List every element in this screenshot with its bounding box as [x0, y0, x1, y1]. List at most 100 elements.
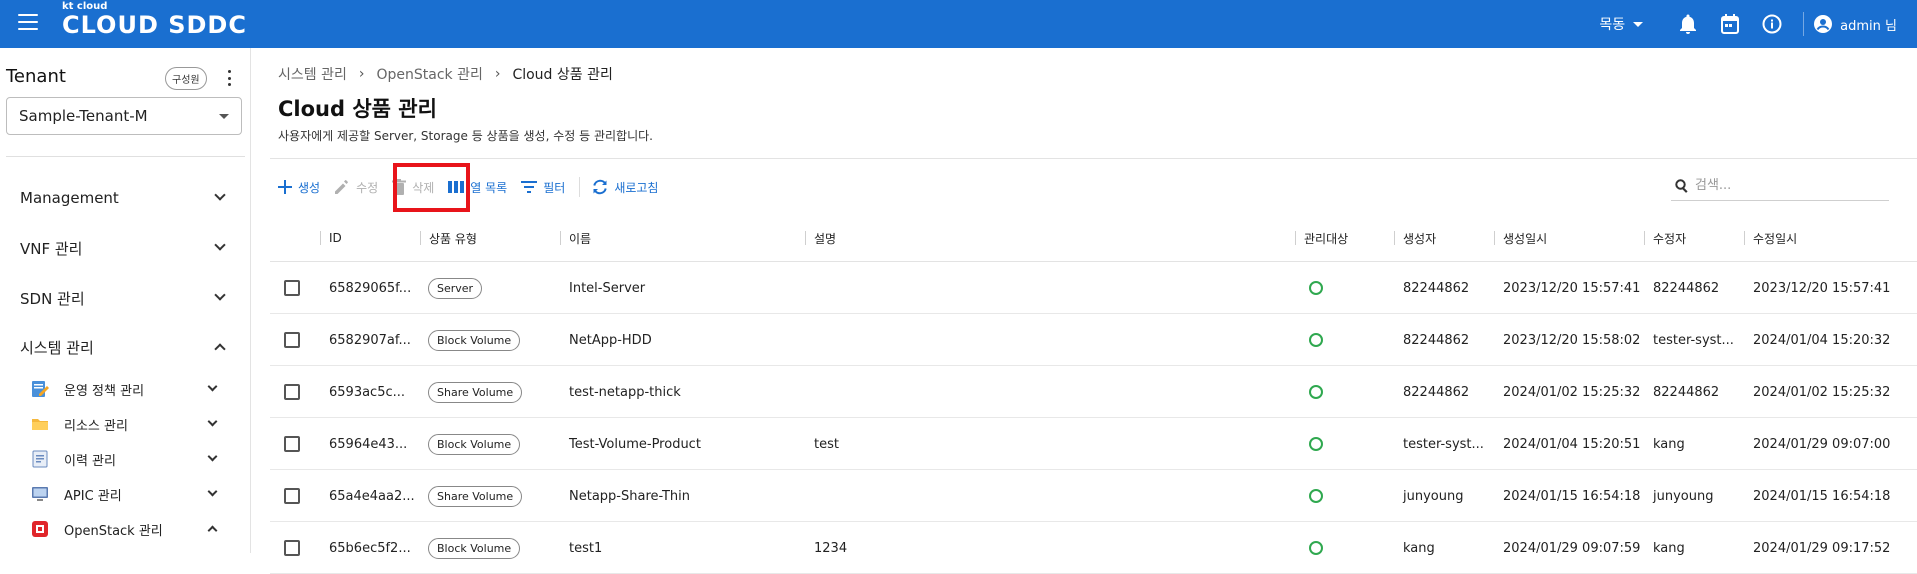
chevron-up-icon	[214, 343, 226, 355]
filter-button[interactable]: 필터	[521, 179, 565, 196]
cell-modified-at: 2023/12/20 15:57:41	[1753, 280, 1891, 296]
type-chip: Block Volume	[428, 433, 521, 455]
table-row[interactable]: 6593ac5c... Share Volume test-netapp-thi…	[270, 366, 1917, 418]
cell-creator: 82244862	[1403, 384, 1470, 400]
chevron-down-icon	[214, 289, 226, 301]
app-logo[interactable]: kt cloud CLOUD SDDC	[62, 2, 247, 38]
user-name: admin 님	[1840, 18, 1897, 34]
cell-creator: 82244862	[1403, 280, 1470, 296]
sidebar-subitem-policy[interactable]: 운영 정책 관리	[0, 373, 250, 405]
column-header-modified-at[interactable]: 수정일시	[1744, 214, 1797, 262]
column-header-type[interactable]: 상품 유형	[420, 214, 477, 262]
chevron-up-icon	[207, 525, 218, 536]
bell-icon[interactable]	[1677, 13, 1699, 35]
cell-creator: tester-syst...	[1403, 436, 1484, 452]
cell-modified-at: 2024/01/04 15:20:32	[1753, 332, 1891, 348]
table-row[interactable]: 65a4e4aa2... Share Volume Netapp-Share-T…	[270, 470, 1917, 522]
column-header-created-at[interactable]: 생성일시	[1494, 214, 1547, 262]
row-checkbox[interactable]	[284, 540, 300, 556]
member-button[interactable]: 구성원	[165, 67, 207, 90]
tenant-select[interactable]: Sample-Tenant-M	[6, 97, 242, 135]
policy-icon	[30, 379, 50, 399]
user-menu[interactable]: admin 님	[1814, 15, 1897, 34]
create-button[interactable]: 생성	[278, 179, 320, 196]
sidebar-item-system[interactable]: 시스템 관리	[0, 327, 250, 367]
cell-modified-at: 2024/01/15 16:54:18	[1753, 488, 1891, 504]
cell-creator: kang	[1403, 540, 1435, 556]
edit-label: 수정	[356, 180, 379, 195]
column-header-modifier[interactable]: 수정자	[1644, 214, 1686, 262]
main-content: 시스템 관리 › OpenStack 관리 › Cloud 상품 관리 Clou…	[252, 48, 1917, 574]
row-checkbox[interactable]	[284, 384, 300, 400]
cell-modifier: tester-syst...	[1653, 332, 1734, 348]
sidebar-item-label: 이력 관리	[64, 453, 116, 469]
cell-created-at: 2024/01/29 09:07:59	[1503, 540, 1641, 556]
column-header-managed[interactable]: 관리대상	[1295, 214, 1348, 262]
plus-icon	[278, 180, 292, 194]
refresh-label: 새로고침	[614, 180, 659, 195]
table-row[interactable]: 6582907af... Block Volume NetApp-HDD 822…	[270, 314, 1917, 366]
column-header-name[interactable]: 이름	[560, 214, 591, 262]
cell-creator: 82244862	[1403, 332, 1470, 348]
sidebar-item-label: VNF 관리	[20, 239, 83, 258]
chevron-down-icon	[207, 416, 218, 427]
sidebar-item-vnf[interactable]: VNF 관리	[0, 228, 250, 268]
row-checkbox[interactable]	[284, 332, 300, 348]
sidebar-item-label: 시스템 관리	[20, 338, 94, 357]
breadcrumb-item[interactable]: 시스템 관리	[278, 64, 347, 84]
calendar-icon[interactable]	[1719, 13, 1741, 35]
cell-modifier: junyoung	[1653, 488, 1714, 504]
sidebar-item-label: 리소스 관리	[64, 418, 128, 434]
cell-name: test1	[569, 540, 603, 556]
chevron-down-icon	[207, 381, 218, 392]
sidebar-subitem-apic[interactable]: APIC 관리	[0, 478, 250, 510]
sidebar-subitem-resource[interactable]: 리소스 관리	[0, 408, 250, 440]
cell-id: 65a4e4aa2...	[329, 488, 415, 504]
refresh-icon	[593, 179, 607, 195]
sidebar: Tenant 구성원 Sample-Tenant-M Management VN…	[0, 48, 251, 553]
search-input[interactable]	[1695, 178, 1875, 193]
row-checkbox[interactable]	[284, 488, 300, 504]
breadcrumb-item[interactable]: OpenStack 관리	[376, 64, 482, 84]
sidebar-item-label: APIC 관리	[64, 488, 122, 504]
refresh-button[interactable]: 새로고침	[592, 179, 658, 196]
chevron-down-icon	[207, 486, 218, 497]
status-ok-icon	[1309, 489, 1323, 503]
table-row[interactable]: 65829065f... Server Intel-Server 8224486…	[270, 262, 1917, 314]
cell-created-at: 2024/01/02 15:25:32	[1503, 384, 1641, 400]
region-selector[interactable]: 목동	[1599, 14, 1644, 34]
column-header-creator[interactable]: 생성자	[1394, 214, 1436, 262]
tenant-header: Tenant 구성원	[6, 66, 236, 90]
cell-created-at: 2024/01/04 15:20:51	[1503, 436, 1641, 452]
menu-icon[interactable]	[18, 14, 38, 30]
row-checkbox[interactable]	[284, 436, 300, 452]
breadcrumb: 시스템 관리 › OpenStack 관리 › Cloud 상품 관리	[278, 64, 613, 84]
create-label: 생성	[298, 180, 321, 195]
chevron-right-icon: ›	[358, 66, 365, 82]
info-icon[interactable]	[1761, 13, 1783, 35]
sidebar-item-management[interactable]: Management	[0, 178, 250, 218]
region-label: 목동	[1599, 17, 1626, 33]
cell-name: Test-Volume-Product	[569, 436, 701, 452]
column-header-id[interactable]: ID	[320, 214, 342, 262]
type-chip: Share Volume	[428, 381, 523, 403]
sidebar-item-label: SDN 관리	[20, 289, 85, 308]
edit-button[interactable]: 수정	[334, 179, 378, 196]
more-vert-icon[interactable]	[222, 70, 236, 86]
toolbar-divider	[579, 177, 581, 197]
row-checkbox[interactable]	[284, 280, 300, 296]
delete-button[interactable]: 삭제	[392, 179, 434, 196]
view-column-icon	[448, 181, 465, 193]
cell-modifier: 82244862	[1653, 280, 1720, 296]
column-header-description[interactable]: 설명	[805, 214, 836, 262]
table-row[interactable]: 65964e43... Block Volume Test-Volume-Pro…	[270, 418, 1917, 470]
tenant-title: Tenant	[6, 66, 66, 87]
cell-created-at: 2024/01/15 16:54:18	[1503, 488, 1641, 504]
search-icon	[1675, 178, 1688, 193]
sidebar-subitem-history[interactable]: 이력 관리	[0, 443, 250, 475]
page-description: 사용자에게 제공할 Server, Storage 등 상품을 생성, 수정 등…	[278, 129, 653, 143]
table-row[interactable]: 65b6ec5f2... Block Volume test1 1234 kan…	[270, 522, 1917, 574]
sidebar-item-sdn[interactable]: SDN 관리	[0, 278, 250, 318]
sidebar-subitem-openstack[interactable]: OpenStack 관리	[0, 513, 250, 545]
columns-button[interactable]: 열 목록	[448, 179, 507, 196]
